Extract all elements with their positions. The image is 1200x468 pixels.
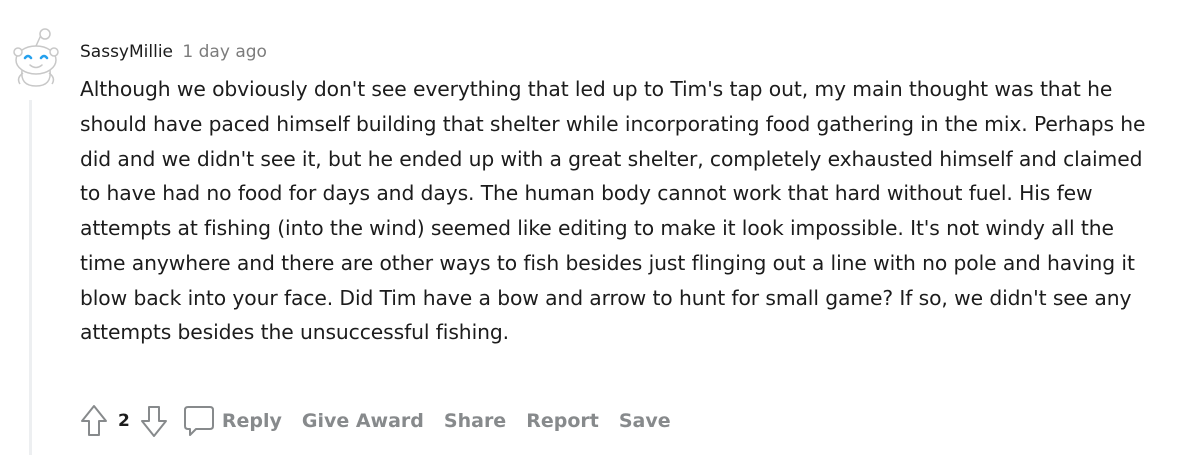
author-name[interactable]: SassyMillie (80, 42, 173, 62)
upvote-arrow-icon[interactable] (80, 404, 108, 438)
comment-body: Although we obviously don't see everythi… (80, 77, 1146, 345)
snoo-avatar-icon (13, 28, 59, 87)
share-button[interactable]: Share (444, 410, 506, 432)
save-button[interactable]: Save (619, 410, 671, 432)
timestamp[interactable]: 1 day ago (182, 42, 267, 62)
downvote-arrow-icon[interactable] (140, 404, 168, 438)
give-award-button[interactable]: Give Award (302, 410, 424, 432)
avatar[interactable] (8, 26, 64, 88)
comment-actions: 2 Reply Give Award Share Report Save (80, 402, 691, 440)
comment-bubble-icon[interactable] (182, 404, 216, 438)
comment-meta: SassyMillie 1 day ago (80, 40, 267, 64)
vote-score: 2 (118, 411, 130, 431)
reply-button[interactable]: Reply (222, 410, 282, 432)
report-button[interactable]: Report (526, 410, 599, 432)
thread-line[interactable] (29, 100, 32, 455)
